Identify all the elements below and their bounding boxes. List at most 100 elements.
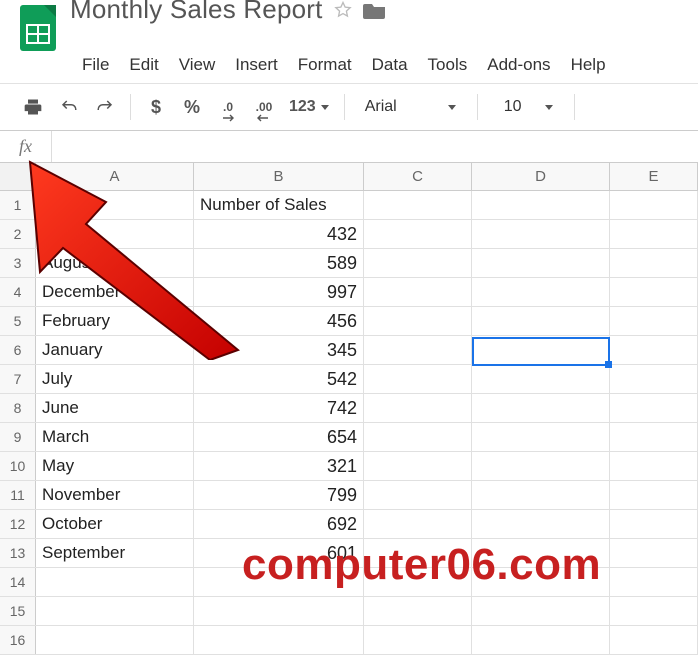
cell[interactable]: 456 [194,307,364,335]
cell[interactable] [472,191,610,219]
cell[interactable] [610,626,698,654]
cell[interactable] [472,452,610,480]
cell[interactable] [36,568,194,596]
cell[interactable] [610,307,698,335]
cell[interactable] [472,510,610,538]
menu-format[interactable]: Format [298,55,352,75]
print-icon[interactable] [22,93,44,121]
cell[interactable] [610,568,698,596]
cell[interactable] [364,249,472,277]
row-header[interactable]: 5 [0,307,36,335]
menu-help[interactable]: Help [571,55,606,75]
menu-file[interactable]: File [82,55,109,75]
cell[interactable] [610,481,698,509]
cell[interactable] [610,423,698,451]
cell[interactable] [364,365,472,393]
decrease-decimal-button[interactable]: .0 [217,93,239,121]
cell[interactable] [472,626,610,654]
row-header[interactable]: 11 [0,481,36,509]
col-header-a[interactable]: A [36,163,194,190]
cell[interactable]: November [36,481,194,509]
cell[interactable]: 432 [194,220,364,248]
cell[interactable] [364,452,472,480]
row-header[interactable]: 2 [0,220,36,248]
cell[interactable] [364,278,472,306]
menu-tools[interactable]: Tools [428,55,468,75]
cell[interactable]: June [36,394,194,422]
row-header[interactable]: 1 [0,191,36,219]
cell[interactable] [364,510,472,538]
cell[interactable]: March [36,423,194,451]
cell[interactable] [610,365,698,393]
cell[interactable] [610,452,698,480]
cell[interactable]: April [36,220,194,248]
cell[interactable] [364,626,472,654]
cell[interactable]: 542 [194,365,364,393]
cell[interactable]: 654 [194,423,364,451]
col-header-b[interactable]: B [194,163,364,190]
cell[interactable]: May [36,452,194,480]
cell[interactable] [472,249,610,277]
cell[interactable] [364,307,472,335]
cell[interactable] [472,220,610,248]
row-header[interactable]: 13 [0,539,36,567]
menu-edit[interactable]: Edit [129,55,158,75]
cell[interactable] [364,394,472,422]
cell[interactable] [36,597,194,625]
cell[interactable] [610,336,698,364]
cell[interactable] [610,249,698,277]
cell[interactable] [472,423,610,451]
col-header-d[interactable]: D [472,163,610,190]
cell[interactable] [610,394,698,422]
cell[interactable]: 997 [194,278,364,306]
move-folder-icon[interactable] [363,0,387,20]
star-icon[interactable] [333,0,353,20]
col-header-e[interactable]: E [610,163,698,190]
menu-addons[interactable]: Add-ons [487,55,550,75]
cell[interactable] [472,597,610,625]
cell[interactable] [194,597,364,625]
cell[interactable]: 692 [194,510,364,538]
currency-button[interactable]: $ [145,93,167,121]
percent-button[interactable]: % [181,93,203,121]
fx-icon[interactable]: fx [0,131,52,162]
cell[interactable]: October [36,510,194,538]
cell[interactable]: 321 [194,452,364,480]
cell[interactable]: 345 [194,336,364,364]
cell[interactable] [364,191,472,219]
cell[interactable] [36,626,194,654]
cell[interactable]: Number of Sales [194,191,364,219]
more-formats-button[interactable]: 123 [289,93,330,121]
cell[interactable] [472,278,610,306]
cell[interactable] [472,481,610,509]
selection-fill-handle[interactable] [605,361,612,368]
cell[interactable] [194,626,364,654]
cell[interactable] [472,394,610,422]
cell[interactable] [364,336,472,364]
row-header[interactable]: 7 [0,365,36,393]
cell[interactable]: September [36,539,194,567]
menu-view[interactable]: View [179,55,216,75]
cell[interactable]: August [36,249,194,277]
font-size-select[interactable]: 10 [492,98,560,116]
undo-icon[interactable] [58,93,80,121]
menu-data[interactable]: Data [372,55,408,75]
increase-decimal-button[interactable]: .00 [253,93,275,121]
cell[interactable] [610,220,698,248]
row-header[interactable]: 3 [0,249,36,277]
formula-input[interactable] [52,131,698,162]
cell[interactable]: February [36,307,194,335]
row-header[interactable]: 4 [0,278,36,306]
redo-icon[interactable] [94,93,116,121]
cell[interactable] [610,510,698,538]
sheets-app-icon[interactable] [14,4,62,52]
cell[interactable]: July [36,365,194,393]
row-header[interactable]: 6 [0,336,36,364]
cell[interactable]: 742 [194,394,364,422]
row-header[interactable]: 9 [0,423,36,451]
cell[interactable] [364,481,472,509]
cell[interactable]: Month [36,191,194,219]
row-header[interactable]: 8 [0,394,36,422]
row-header[interactable]: 16 [0,626,36,654]
cell[interactable] [610,278,698,306]
